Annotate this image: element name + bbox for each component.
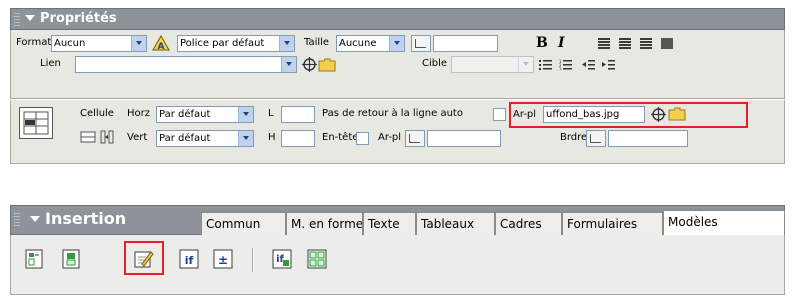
width-input[interactable] — [281, 106, 315, 123]
cell-label: Cellule — [80, 108, 114, 119]
collapse-triangle-icon[interactable] — [25, 14, 35, 21]
svg-text:if: if — [185, 254, 194, 267]
vert-select-value: Par défaut — [159, 133, 211, 144]
align-right-icon[interactable] — [640, 38, 652, 49]
height-label: H — [268, 132, 276, 143]
border-color-picker[interactable] — [586, 130, 606, 147]
properties-panel-header[interactable]: Propriétés — [10, 8, 785, 30]
chevron-down-icon[interactable] — [131, 36, 146, 51]
css-style-icon[interactable]: A — [152, 35, 170, 51]
chevron-down-icon[interactable] — [281, 57, 296, 72]
template-from-file-icon[interactable] — [61, 249, 81, 269]
editable-region-icon[interactable] — [134, 249, 154, 269]
split-cell-icon[interactable] — [99, 130, 115, 144]
header-label: En-tête — [322, 132, 359, 143]
text-color-input[interactable] — [433, 35, 498, 52]
bg-color-input[interactable] — [427, 130, 501, 147]
chevron-down-icon[interactable] — [238, 107, 253, 122]
format-label: Format — [16, 37, 52, 48]
horz-select-value: Par défaut — [159, 109, 211, 120]
chevron-down-icon[interactable] — [518, 57, 533, 72]
svg-text:A: A — [158, 42, 165, 51]
point-to-file-icon[interactable] — [651, 107, 666, 122]
bg-color-picker[interactable] — [405, 130, 425, 147]
bold-button[interactable]: B — [536, 35, 548, 51]
tab-modeles[interactable]: Modèles — [663, 210, 785, 235]
horz-label: Horz — [127, 108, 150, 119]
chevron-down-icon[interactable] — [238, 131, 253, 146]
repeating-region-icon[interactable]: ± — [213, 249, 233, 269]
font-select-value: Police par défaut — [180, 38, 265, 49]
toolbar-separator — [252, 248, 254, 272]
template-icon[interactable] — [24, 249, 44, 269]
link-label: Lien — [40, 58, 61, 69]
unordered-list-icon[interactable] — [539, 59, 552, 70]
outdent-icon[interactable] — [582, 59, 595, 70]
table-cell-icon — [23, 111, 49, 135]
align-center-icon[interactable] — [619, 38, 631, 49]
border-label: Brdre — [560, 132, 588, 143]
tab-tableaux[interactable]: Tableaux — [416, 212, 495, 235]
nowrap-label: Pas de retour à la ligne auto — [322, 108, 463, 119]
horz-select[interactable]: Par défaut — [156, 106, 254, 123]
size-select[interactable]: Aucune — [336, 35, 405, 52]
folder-icon[interactable] — [668, 106, 686, 121]
align-left-icon[interactable] — [598, 38, 610, 49]
size-select-value: Aucune — [339, 38, 377, 49]
bg-image-label: Ar-pl — [513, 109, 537, 120]
tab-formulaires[interactable]: Formulaires — [562, 212, 663, 235]
point-to-file-icon[interactable] — [302, 57, 317, 72]
format-select[interactable]: Aucun — [51, 35, 147, 52]
nowrap-checkbox[interactable] — [493, 108, 506, 121]
svg-text:3: 3 — [559, 67, 562, 70]
properties-divider — [10, 98, 785, 100]
editable-optional-region-icon[interactable]: if — [272, 249, 292, 269]
border-color-input[interactable] — [608, 130, 688, 147]
align-justify-icon[interactable] — [661, 38, 673, 49]
properties-panel-title: Propriétés — [40, 11, 117, 26]
tab-mise-en-forme[interactable]: M. en forme — [286, 212, 363, 235]
panel-grip-icon[interactable] — [14, 13, 20, 26]
folder-icon[interactable] — [318, 57, 336, 72]
target-select[interactable] — [451, 56, 534, 73]
tab-cadres[interactable]: Cadres — [495, 212, 562, 235]
insertion-bar-title: Insertion — [45, 209, 127, 228]
collapse-triangle-icon[interactable] — [30, 215, 40, 222]
size-label: Taille — [304, 37, 330, 48]
bg-image-input[interactable]: uffond_bas.jpg — [543, 106, 645, 123]
chevron-down-icon[interactable] — [279, 36, 294, 51]
bg-color-label: Ar-pl — [378, 132, 402, 143]
format-select-value: Aucun — [54, 38, 86, 49]
vert-label: Vert — [127, 132, 148, 143]
optional-region-icon[interactable]: if — [179, 249, 199, 269]
height-input[interactable] — [281, 130, 315, 147]
indent-icon[interactable] — [602, 59, 615, 70]
width-label: L — [268, 108, 274, 119]
tab-commun[interactable]: Commun — [201, 212, 286, 235]
ordered-list-icon[interactable]: 1 2 3 — [559, 59, 572, 70]
repeating-table-icon[interactable] — [307, 249, 327, 269]
chevron-down-icon[interactable] — [389, 36, 404, 51]
font-select[interactable]: Police par défaut — [177, 35, 295, 52]
header-checkbox[interactable] — [356, 132, 369, 145]
tab-texte[interactable]: Texte — [363, 212, 416, 235]
italic-button[interactable]: I — [558, 35, 565, 51]
svg-text:±: ± — [218, 253, 228, 267]
vert-select[interactable]: Par défaut — [156, 130, 254, 147]
bg-image-value: uffond_bas.jpg — [546, 109, 620, 120]
cell-properties-icon — [19, 107, 53, 139]
merge-cells-icon[interactable] — [80, 131, 96, 143]
link-input[interactable] — [75, 56, 297, 73]
target-label: Cible — [422, 58, 448, 69]
text-color-picker[interactable] — [411, 35, 431, 52]
insertion-bar-title-wrap[interactable]: Insertion — [16, 208, 126, 230]
